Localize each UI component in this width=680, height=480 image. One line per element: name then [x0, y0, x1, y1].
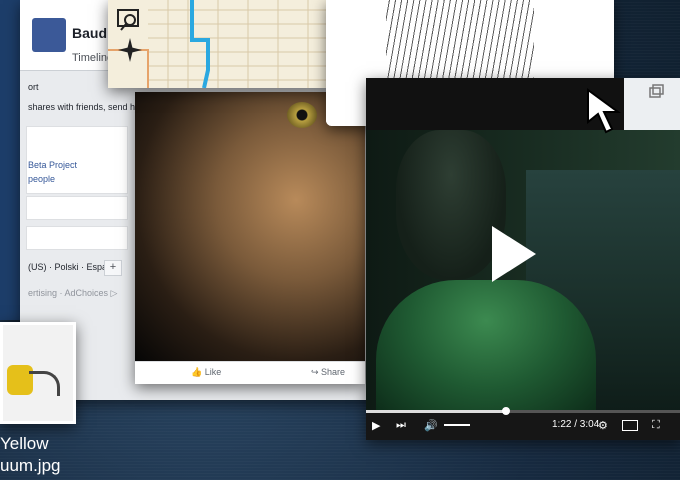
vacuum-hose	[29, 371, 60, 396]
cat-photo[interactable]	[135, 92, 365, 362]
people-link[interactable]: people	[28, 174, 55, 184]
sidebar-card	[26, 226, 128, 250]
theater-mode-icon[interactable]	[622, 420, 638, 431]
share-button[interactable]: ↪ Share	[311, 367, 345, 378]
ad-choices-text[interactable]: ertising · AdChoices ▷	[28, 288, 117, 299]
settings-icon[interactable]: ⚙	[598, 419, 608, 432]
volume-icon[interactable]: 🔊	[424, 419, 438, 432]
vacuum-thumbnail[interactable]	[0, 322, 76, 424]
file-name-line1[interactable]: Yellow	[0, 434, 49, 454]
cat-eye	[287, 102, 317, 128]
avatar[interactable]	[32, 18, 66, 52]
map-window[interactable]	[108, 0, 330, 88]
player-header	[624, 78, 680, 130]
add-language-button[interactable]: +	[104, 260, 122, 276]
like-button[interactable]: 👍 Like	[191, 367, 221, 378]
compass-icon[interactable]	[118, 38, 142, 62]
file-name-line2[interactable]: uum.jpg	[0, 456, 60, 476]
share-label: Share	[321, 367, 346, 377]
next-button[interactable]: ⏭	[396, 419, 406, 432]
fullscreen-icon[interactable]: ⛶	[652, 419, 660, 432]
play-button[interactable]: ▶	[372, 419, 380, 432]
photo-post: 👍 Like ↪ Share	[135, 92, 365, 384]
cat-head-silhouette	[396, 130, 506, 280]
sidebar-card	[26, 196, 128, 220]
progress-fill	[366, 410, 507, 413]
like-label: Like	[204, 367, 222, 377]
volume-slider[interactable]	[444, 424, 470, 426]
scrubber-handle[interactable]	[502, 407, 511, 415]
progress-bar[interactable]	[366, 407, 680, 415]
map-search-icon[interactable]	[117, 9, 139, 31]
popout-icon[interactable]	[624, 78, 680, 130]
green-jacket	[376, 280, 596, 416]
video-player[interactable]: ▶ ⏭ 🔊 1:22 / 3:04 ⚙ ⛶	[366, 78, 680, 440]
beta-project-link[interactable]: Beta Project	[28, 160, 77, 170]
video-frame[interactable]	[366, 130, 680, 416]
report-label: ort	[28, 82, 39, 92]
time-display: 1:22 / 3:04	[552, 419, 600, 430]
play-icon[interactable]	[492, 226, 536, 282]
post-actions: 👍 Like ↪ Share	[135, 361, 365, 384]
mouse-cursor-icon	[586, 88, 630, 138]
map-toolbar	[116, 6, 146, 66]
video-controls: ▶ ⏭ 🔊 1:22 / 3:04 ⚙ ⛶	[366, 407, 680, 440]
tab-timeline[interactable]: Timeline	[72, 52, 113, 64]
